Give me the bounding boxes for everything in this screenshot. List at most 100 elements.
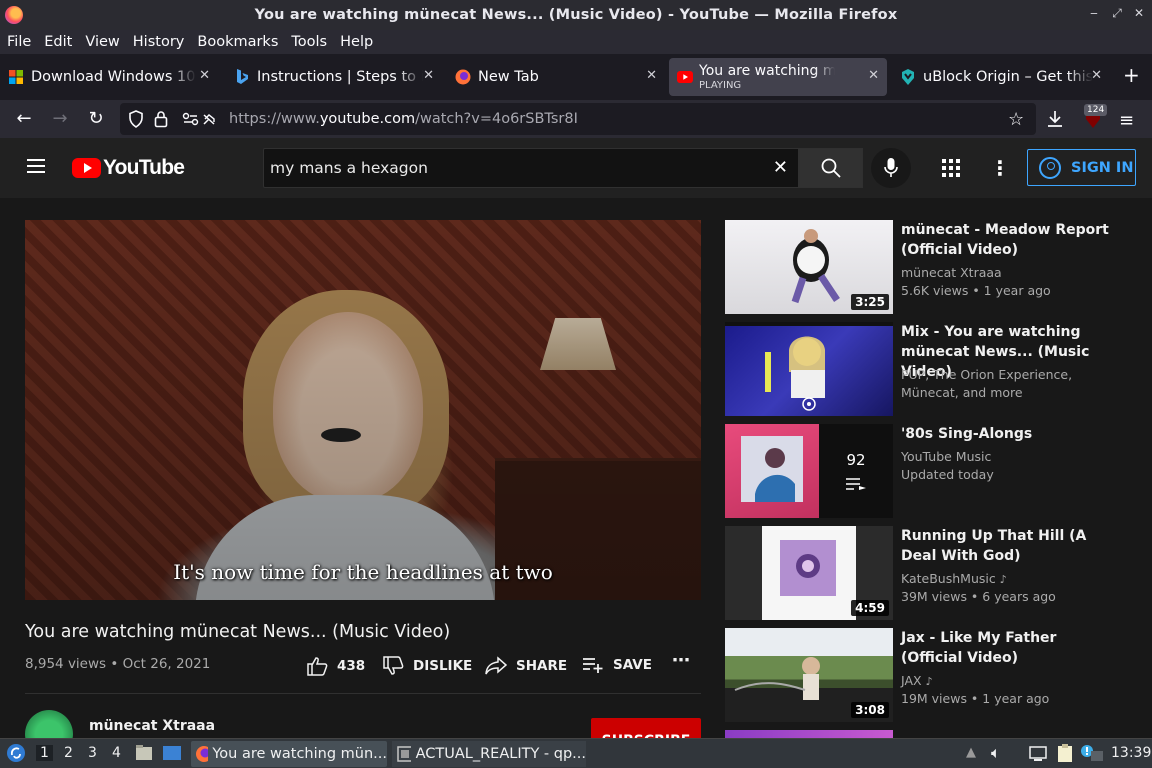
- guide-menu-icon[interactable]: [27, 159, 45, 173]
- recommendation-item[interactable]: 92 '80s Sing-Alongs YouTube Music Update…: [725, 424, 1125, 518]
- lock-icon[interactable]: [154, 110, 168, 132]
- more-actions-icon[interactable]: ⋯: [672, 650, 690, 671]
- recommendation-channel[interactable]: PUP, The Orion Experience, Münecat, and …: [901, 366, 1111, 402]
- playlist-thumbnail[interactable]: 92: [725, 424, 893, 518]
- clipboard-icon[interactable]: [1056, 743, 1074, 767]
- video-player[interactable]: It's now time for the headlines at two: [25, 220, 701, 600]
- subscribe-button[interactable]: SUBSCRIBE: [591, 718, 701, 738]
- tab-youtube-active[interactable]: You are watching münecat News PLAYING ✕: [669, 58, 887, 96]
- menu-help[interactable]: Help: [340, 34, 373, 50]
- thumbs-down-icon: [383, 656, 404, 675]
- menu-file[interactable]: File: [7, 34, 31, 50]
- video-thumbnail[interactable]: 3:25: [725, 220, 893, 314]
- tab-label: You are watching münecat News: [699, 63, 835, 79]
- tab-close-icon[interactable]: ✕: [423, 68, 434, 83]
- tab-close-icon[interactable]: ✕: [1091, 68, 1102, 83]
- recommendation-title[interactable]: Running Up That Hill (A Deal With God): [901, 526, 1117, 566]
- bookmark-star-icon[interactable]: ☆: [1008, 109, 1024, 130]
- menu-tools[interactable]: Tools: [291, 34, 327, 50]
- shield-icon[interactable]: [128, 110, 144, 132]
- video-thumbnail[interactable]: [725, 322, 893, 416]
- like-count: 438: [337, 658, 366, 674]
- workspace-2[interactable]: 2: [64, 745, 73, 761]
- permissions-icon[interactable]: [182, 112, 220, 130]
- tray-up-arrow-icon[interactable]: ▲: [966, 745, 976, 760]
- share-button[interactable]: SHARE: [485, 656, 567, 676]
- settings-more-icon[interactable]: ⋮: [990, 156, 1010, 180]
- playlist-count: 92: [846, 451, 866, 469]
- menu-bookmarks[interactable]: Bookmarks: [197, 34, 278, 50]
- playlist-cover-art: [741, 436, 803, 502]
- tab-close-icon[interactable]: ✕: [868, 68, 879, 83]
- recommendation-stats: 5.6K views • 1 year ago: [901, 283, 1051, 298]
- recommendation-item[interactable]: 4:59 Running Up That Hill (A Deal With G…: [725, 526, 1125, 620]
- workspace-1[interactable]: 1: [36, 745, 53, 761]
- recommendation-channel[interactable]: JAX ♪: [901, 672, 1111, 691]
- menu-view[interactable]: View: [85, 34, 119, 50]
- search-input[interactable]: my mans a hexagon ✕: [263, 148, 799, 188]
- task-terminal[interactable]: ACTUAL_REALITY - qp...: [392, 741, 586, 767]
- album-cover: [762, 526, 856, 620]
- workspace-4[interactable]: 4: [112, 745, 121, 761]
- close-window-icon[interactable]: ✕: [1131, 6, 1147, 20]
- recommendation-title[interactable]: münecat - Meadow Report (Official Video): [901, 220, 1117, 260]
- tab-new-tab[interactable]: New Tab ✕: [447, 58, 665, 96]
- hamburger-menu-icon[interactable]: ≡: [1119, 110, 1134, 131]
- video-frame-shade: [25, 220, 701, 600]
- tab-instructions[interactable]: Instructions | Steps to install ✕: [226, 58, 442, 96]
- menu-edit[interactable]: Edit: [44, 34, 72, 50]
- search-button[interactable]: [799, 148, 863, 188]
- video-thumbnail[interactable]: 3:08: [725, 628, 893, 722]
- forward-arrow-icon[interactable]: →: [50, 109, 70, 129]
- volume-icon[interactable]: 🔈︎: [991, 743, 1001, 763]
- share-icon: [485, 656, 507, 675]
- downloads-icon[interactable]: [1046, 109, 1064, 133]
- recommendation-item[interactable]: Mix - You are watching münecat News... (…: [725, 322, 1125, 416]
- tab-close-icon[interactable]: ✕: [199, 68, 210, 83]
- recommendation-item[interactable]: 3:25 münecat - Meadow Report (Official V…: [725, 220, 1125, 314]
- next-recommendation-thumbnail-partial[interactable]: [725, 730, 893, 738]
- recommendation-channel[interactable]: KateBushMusic ♪: [901, 570, 1111, 589]
- app-launcher-icon[interactable]: [6, 743, 26, 767]
- tab-download-windows[interactable]: Download Windows 10 ✕: [0, 58, 218, 96]
- desktop-taskbar: 1 2 3 4 You are watching mün... ACTUAL_R…: [0, 738, 1152, 768]
- maximize-icon[interactable]: ⤢: [1109, 6, 1125, 21]
- youtube-logo[interactable]: YouTube: [72, 156, 185, 180]
- task-firefox[interactable]: You are watching mün...: [191, 741, 387, 767]
- clock: 13:39: [1111, 745, 1152, 761]
- minimize-icon[interactable]: ‒: [1086, 6, 1102, 20]
- back-arrow-icon[interactable]: ←: [14, 109, 34, 129]
- tab-playing-indicator: PLAYING: [699, 80, 742, 91]
- workspace-3[interactable]: 3: [88, 745, 97, 761]
- tab-ublock[interactable]: uBlock Origin – Get this Extension ✕: [892, 58, 1110, 96]
- share-label: SHARE: [516, 658, 568, 674]
- url-bar[interactable]: https://www.youtube.com/watch?v=4o6rSBTs…: [120, 103, 1036, 135]
- clear-search-icon[interactable]: ✕: [773, 157, 788, 178]
- video-thumbnail[interactable]: 4:59: [725, 526, 893, 620]
- recommendation-channel[interactable]: YouTube Music: [901, 448, 1111, 466]
- recommendation-item[interactable]: 3:08 Jax - Like My Father (Official Vide…: [725, 628, 1125, 722]
- dislike-button[interactable]: DISLIKE: [382, 656, 472, 676]
- official-artist-music-note-icon: ♪: [999, 573, 1007, 586]
- recommendation-stats: 19M views • 1 year ago: [901, 691, 1050, 706]
- menu-bar: File Edit View History Bookmarks Tools H…: [0, 30, 1152, 54]
- like-button[interactable]: 438: [306, 656, 365, 676]
- menu-history[interactable]: History: [133, 34, 185, 50]
- recommendation-title[interactable]: '80s Sing-Alongs: [901, 424, 1117, 444]
- channel-name[interactable]: münecat Xtraaa: [89, 718, 215, 734]
- new-tab-icon[interactable]: +: [1123, 63, 1140, 87]
- notification-icon[interactable]: [1080, 743, 1104, 767]
- apps-grid-icon[interactable]: [941, 158, 961, 178]
- youtube-icon: [677, 69, 693, 85]
- reload-icon[interactable]: ↻: [86, 109, 106, 129]
- show-desktop-icon[interactable]: [162, 744, 182, 766]
- file-manager-icon[interactable]: [135, 744, 153, 766]
- tab-close-icon[interactable]: ✕: [646, 68, 657, 83]
- channel-avatar[interactable]: [25, 710, 73, 738]
- network-icon[interactable]: [1028, 744, 1048, 766]
- recommendation-channel[interactable]: münecat Xtraaa: [901, 264, 1111, 282]
- recommendation-title[interactable]: Jax - Like My Father (Official Video): [901, 628, 1117, 668]
- voice-search-button[interactable]: [871, 148, 911, 188]
- save-button[interactable]: SAVE: [582, 656, 652, 674]
- sign-in-button[interactable]: SIGN IN: [1027, 149, 1136, 186]
